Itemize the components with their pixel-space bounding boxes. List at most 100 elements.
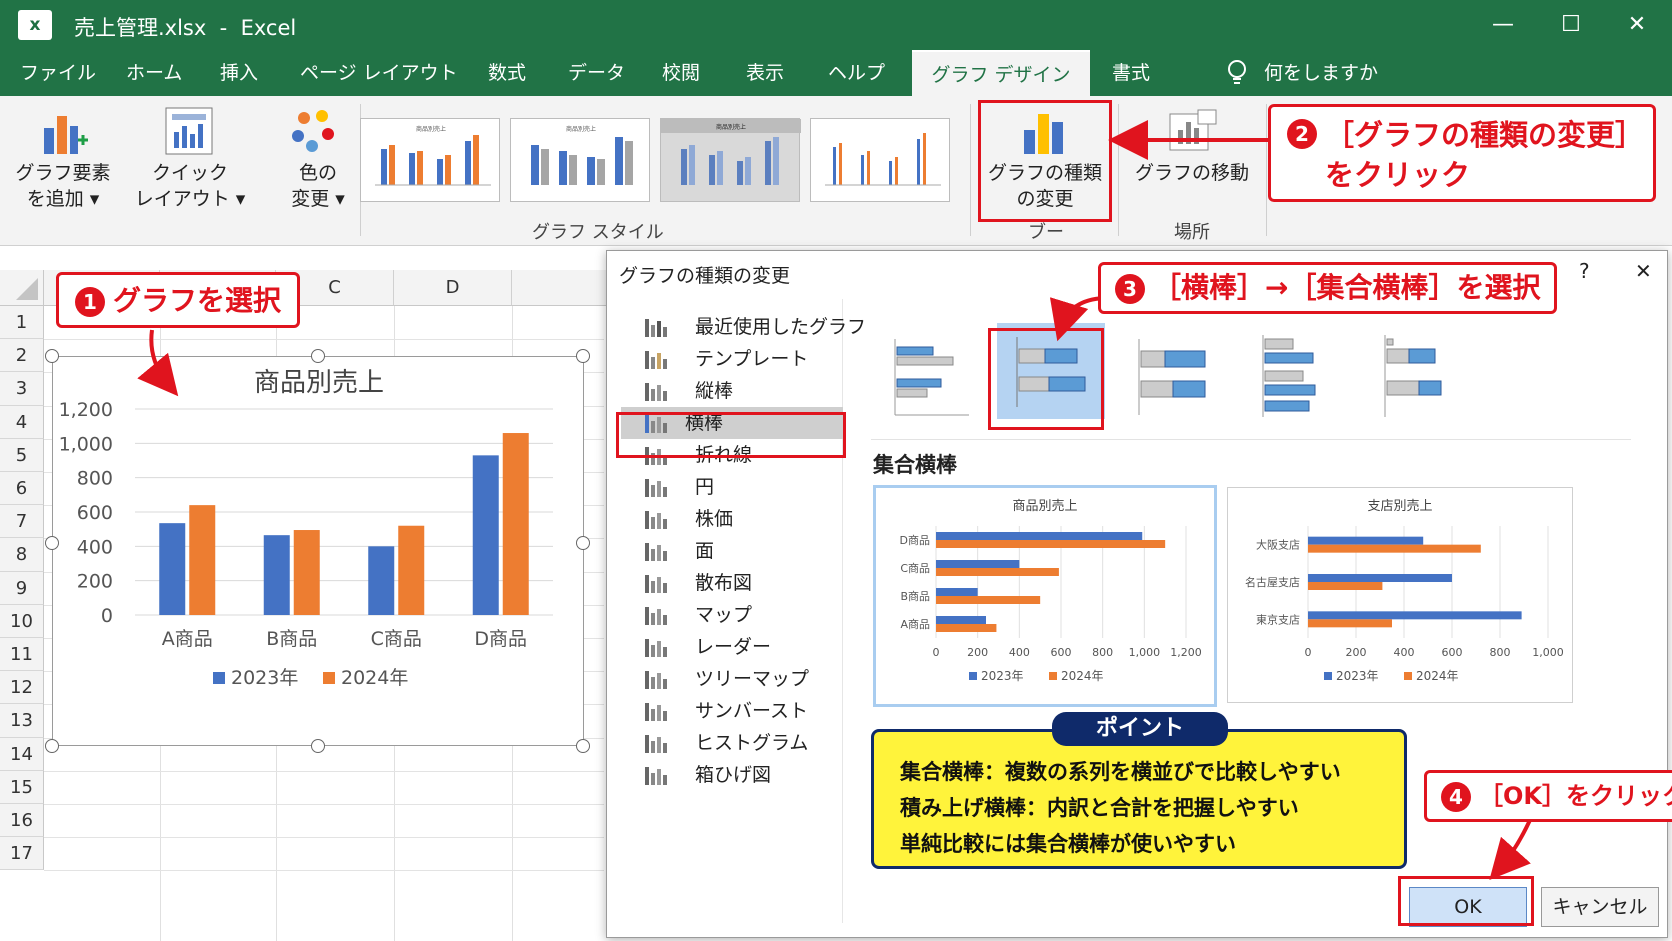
row-header[interactable]: 1 [0,306,44,340]
tab-chart-design[interactable]: グラフ デザイン [912,50,1090,96]
chart-category-histogram[interactable]: ヒストグラム [635,727,855,759]
x-tick-label: 0 [1305,646,1312,659]
3d-stacked-bar-icon[interactable] [1375,331,1471,421]
resize-handle[interactable] [45,536,59,550]
legend-label: 2024年 [341,667,408,689]
add-chart-element-button[interactable]: グラフ要素 を追加 ▾ [10,160,116,212]
callout-step-4: 4 ［OK］をクリック [1424,770,1672,822]
highlight-bar-category [616,412,846,458]
bar [1308,574,1452,582]
tab-data[interactable]: データ [568,50,625,96]
row-header[interactable]: 2 [0,339,44,373]
quick-layout-button[interactable]: クイック レイアウト ▾ [130,160,250,212]
row-header[interactable]: 6 [0,472,44,506]
chart-category-map[interactable]: マップ [635,599,855,631]
chart-category-folder[interactable]: テンプレート [635,343,855,375]
row-header[interactable]: 15 [0,770,44,804]
resize-handle[interactable] [576,349,590,363]
x-tick-label: 1,000 [1129,646,1161,659]
resize-handle[interactable] [45,349,59,363]
chart-category-label: 散布図 [695,572,753,594]
close-icon[interactable]: ✕ [1614,8,1660,42]
legend-swatch [213,672,225,684]
sunburst-icon [643,699,669,723]
row-header[interactable]: 9 [0,571,44,605]
chart-category-radar-chart[interactable]: レーダー [635,631,855,663]
tab-page-layout[interactable]: ページ レイアウト [300,50,458,96]
dialog-close-icon[interactable]: ✕ [1635,259,1652,283]
row-header[interactable]: 14 [0,737,44,771]
tab-review[interactable]: 校閲 [662,50,700,96]
minimize-icon[interactable]: — [1480,8,1526,42]
change-chart-type-dialog: グラフの種類の変更 ? ✕ 集合横棒 商品別売上 0 200 400 600 800 1,0… [606,250,1668,938]
change-colors-button[interactable]: 色の 変更 ▾ [276,160,360,212]
point-box: ポイント 集合横棒：複数の系列を横並びで比較しやすい 積み上げ横棒：内訳と合計を… [871,712,1407,869]
y-tick-label: 600 [77,502,113,524]
bar [472,455,499,615]
row-header[interactable]: 17 [0,837,44,871]
chart-category-stock-chart[interactable]: 株価 [635,503,855,535]
row-header[interactable]: 16 [0,804,44,838]
tab-file[interactable]: ファイル [20,50,96,96]
tell-me-input[interactable]: 何をしますか [1264,50,1378,96]
chart-style-3[interactable]: 商品別売上 [660,118,801,202]
row-header[interactable]: 10 [0,604,44,638]
y-tick-label: 大阪支店 [1256,538,1300,552]
row-header[interactable]: 5 [0,438,44,472]
cancel-button[interactable]: キャンセル [1541,887,1659,927]
chart-category-label: 縦棒 [695,380,734,402]
resize-handle[interactable] [311,739,325,753]
maximize-icon[interactable]: ☐ [1548,8,1594,42]
tab-format[interactable]: 書式 [1112,50,1150,96]
embedded-chart[interactable]: 商品別売上 0 200 400 600 800 1,000 1,200 A商品 B商品 C商品 D商品… [52,356,584,746]
resize-handle[interactable] [45,739,59,753]
tab-view[interactable]: 表示 [746,50,784,96]
tab-insert[interactable]: 挿入 [220,50,258,96]
tab-help[interactable]: ヘルプ [828,50,885,96]
x-tick-label: 200 [967,646,988,659]
chart-category-treemap[interactable]: ツリーマップ [635,663,855,695]
chart-category-undo[interactable]: 最近使用したグラフ [635,311,866,343]
row-header[interactable]: 13 [0,704,44,738]
stock-chart-icon [643,507,669,531]
row-header[interactable]: 12 [0,671,44,705]
row-header[interactable]: 4 [0,405,44,439]
tab-formulas[interactable]: 数式 [488,50,526,96]
area-chart-icon [643,539,669,563]
move-chart-button[interactable]: グラフの移動 [1134,160,1250,186]
clustered-bar-icon[interactable] [889,331,985,421]
bar [502,433,529,615]
preview-branch-sales[interactable]: 支店別売上 0 200 400 600 800 1,000 東京支店 名古屋支店 大阪支店 2023… [1227,487,1573,703]
row-header[interactable]: 8 [0,538,44,572]
select-all-corner[interactable] [0,270,44,306]
undo-icon [643,315,669,339]
resize-handle[interactable] [311,349,325,363]
chart-category-scatter-chart[interactable]: 散布図 [635,567,855,599]
chart-style-1[interactable]: 商品別売上 [360,118,500,202]
dialog-title: グラフの種類の変更 [619,265,791,287]
chart-category-column-chart[interactable]: 縦棒 [635,375,855,407]
chart-style-4[interactable] [810,118,950,202]
resize-handle[interactable] [576,536,590,550]
chart-style-2[interactable]: 商品別売上 [510,118,650,202]
chart-category-boxplot[interactable]: 箱ひげ図 [635,759,855,791]
3d-clustered-bar-icon[interactable] [1253,331,1349,421]
callout-step-2-text: ［グラフの種類の変更］ をクリック [1325,118,1645,192]
resize-handle[interactable] [576,739,590,753]
tab-home[interactable]: ホーム [126,50,182,96]
help-icon[interactable]: ? [1579,259,1590,283]
row-header[interactable]: 3 [0,372,44,406]
preview-product-sales[interactable]: 商品別売上 0 200 400 600 800 1,000 1,200 A商品 B商品 C商品 D商品… [873,485,1217,707]
folder-icon [643,347,669,371]
chart-category-sunburst[interactable]: サンバースト [635,695,855,727]
stacked-bar-icon[interactable] [1131,331,1227,421]
chart-category-area-chart[interactable]: 面 [635,535,855,567]
scatter-chart-icon [643,571,669,595]
row-header[interactable]: 11 [0,638,44,672]
column-header-d[interactable]: D [394,270,512,306]
chart-category-pie-chart[interactable]: 円 [635,471,855,503]
boxplot-icon [643,763,669,787]
style-thumb-title: 商品別売上 [716,123,746,131]
row-header[interactable]: 7 [0,505,44,539]
column-header[interactable] [512,270,612,306]
